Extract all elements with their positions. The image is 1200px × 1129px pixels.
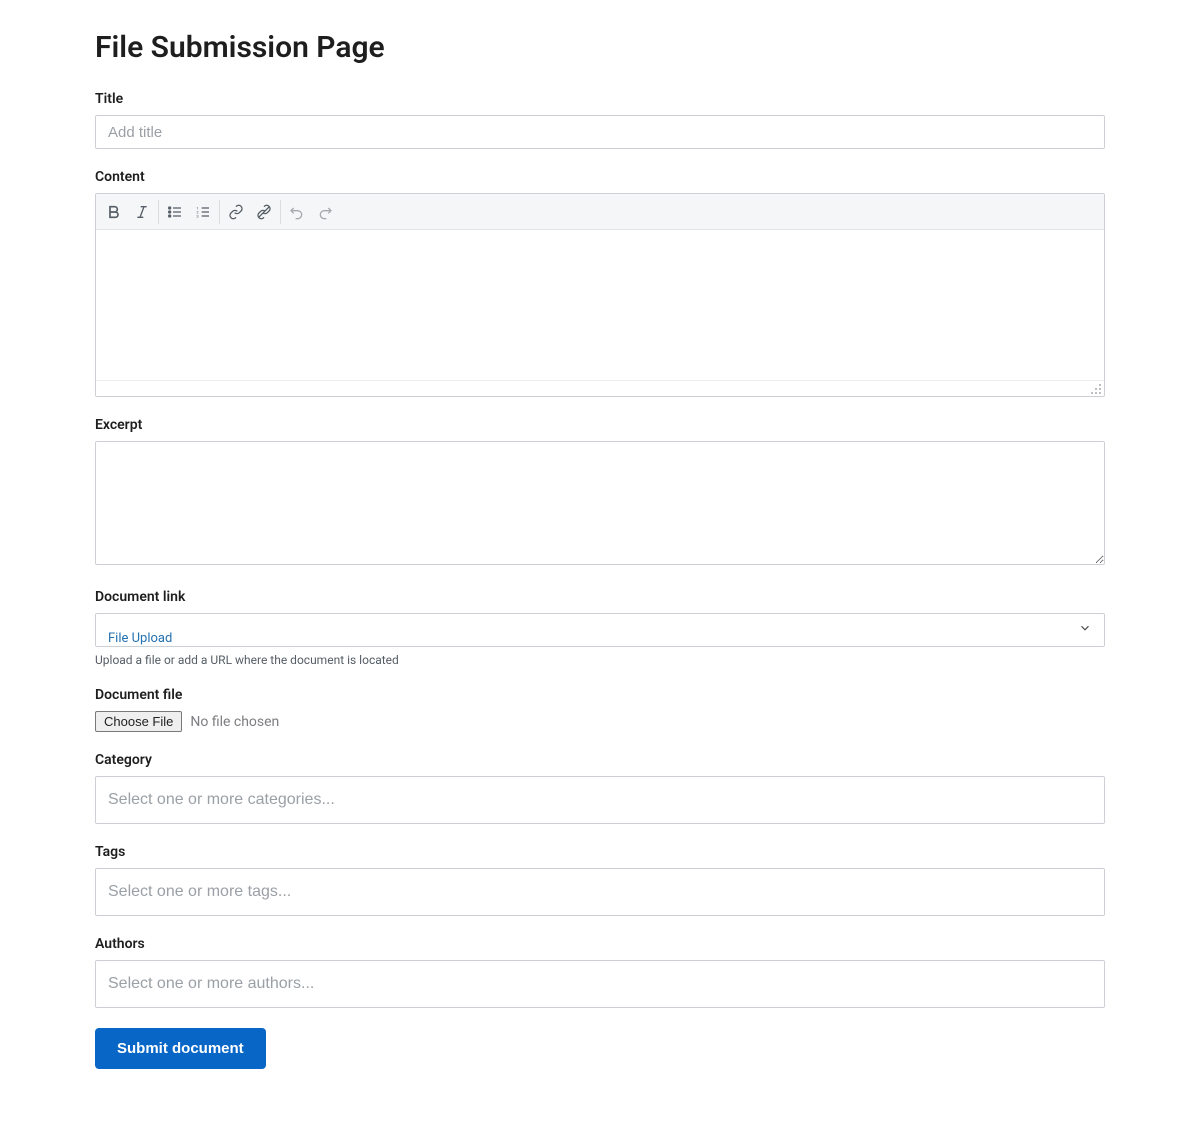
authors-select[interactable]: [95, 960, 1105, 1008]
label-excerpt: Excerpt: [95, 417, 1105, 433]
bold-icon: [106, 204, 122, 220]
link-button[interactable]: [222, 198, 250, 226]
field-content: Content 123: [95, 169, 1105, 397]
field-category: Category: [95, 752, 1105, 824]
editor-footer: [96, 380, 1104, 396]
document-link-select[interactable]: File Upload: [95, 613, 1105, 647]
tags-select[interactable]: [95, 868, 1105, 916]
submit-button[interactable]: Submit document: [95, 1028, 266, 1069]
list-ol-icon: 123: [195, 204, 211, 220]
redo-button[interactable]: [311, 198, 339, 226]
excerpt-textarea[interactable]: [95, 441, 1105, 565]
toolbar-separator: [280, 200, 281, 224]
document-link-help: Upload a file or add a URL where the doc…: [95, 653, 1105, 667]
undo-icon: [289, 204, 305, 220]
chevron-down-icon: [1078, 621, 1092, 639]
svg-text:3: 3: [196, 213, 198, 218]
label-content: Content: [95, 169, 1105, 185]
bulleted-list-button[interactable]: [161, 198, 189, 226]
content-editor: 123: [95, 193, 1105, 397]
link-icon: [228, 204, 244, 220]
italic-icon: [134, 204, 150, 220]
document-link-selected: File Upload: [108, 631, 172, 646]
redo-icon: [317, 204, 333, 220]
editor-toolbar: 123: [96, 194, 1104, 230]
unlink-icon: [256, 204, 272, 220]
numbered-list-button[interactable]: 123: [189, 198, 217, 226]
label-document-link: Document link: [95, 589, 1105, 605]
category-select[interactable]: [95, 776, 1105, 824]
field-title: Title: [95, 91, 1105, 149]
label-tags: Tags: [95, 844, 1105, 860]
title-input[interactable]: [95, 115, 1105, 149]
italic-button[interactable]: [128, 198, 156, 226]
toolbar-separator: [158, 200, 159, 224]
undo-button[interactable]: [283, 198, 311, 226]
file-input-row: Choose File No file chosen: [95, 711, 1105, 732]
field-excerpt: Excerpt: [95, 417, 1105, 569]
field-authors: Authors: [95, 936, 1105, 1008]
content-editor-body[interactable]: [96, 230, 1104, 380]
page-title: File Submission Page: [95, 30, 1105, 65]
field-document-link: Document link File Upload Upload a file …: [95, 589, 1105, 667]
label-authors: Authors: [95, 936, 1105, 952]
field-document-file: Document file Choose File No file chosen: [95, 687, 1105, 732]
unlink-button[interactable]: [250, 198, 278, 226]
resize-grip-icon[interactable]: [1090, 383, 1102, 395]
bold-button[interactable]: [100, 198, 128, 226]
label-title: Title: [95, 91, 1105, 107]
label-document-file: Document file: [95, 687, 1105, 703]
list-ul-icon: [167, 204, 183, 220]
file-status-text: No file chosen: [190, 714, 279, 730]
toolbar-separator: [219, 200, 220, 224]
label-category: Category: [95, 752, 1105, 768]
choose-file-button[interactable]: Choose File: [95, 711, 182, 732]
field-tags: Tags: [95, 844, 1105, 916]
